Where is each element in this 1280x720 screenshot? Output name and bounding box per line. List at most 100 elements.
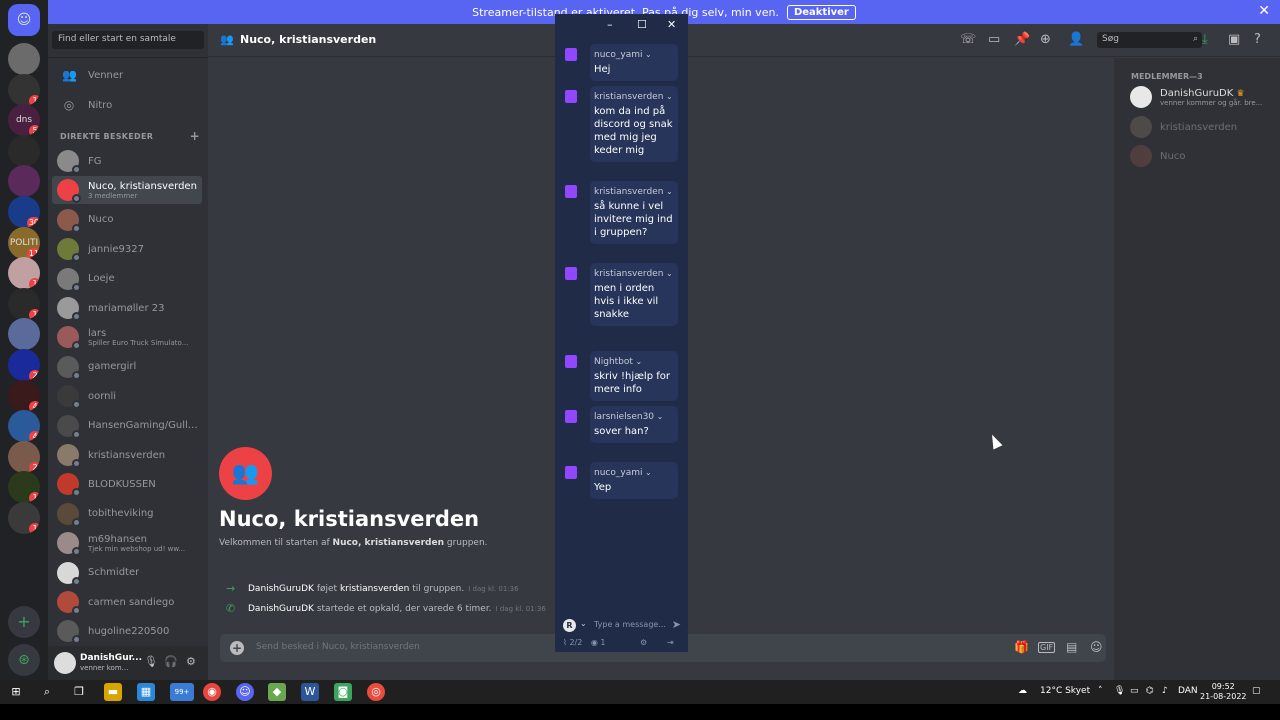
- chevron-down-icon[interactable]: ⌄: [663, 187, 673, 196]
- popout-icon[interactable]: ⇥: [667, 638, 674, 647]
- system-target[interactable]: kristiansverden: [340, 584, 409, 594]
- server-icon[interactable]: 1: [8, 471, 40, 504]
- dm-item[interactable]: kristiansverden: [52, 441, 202, 469]
- dm-item[interactable]: lars Spiller Euro Truck Simulato...: [52, 323, 202, 351]
- chat-username-row[interactable]: nuco_yami ⌄: [594, 466, 674, 480]
- store-icon[interactable]: ▦: [137, 683, 155, 701]
- maximize-icon[interactable]: ☐: [637, 18, 647, 31]
- dm-item[interactable]: Schmidter: [52, 559, 202, 587]
- server-icon[interactable]: [8, 43, 40, 75]
- add-server-button[interactable]: +: [8, 606, 40, 638]
- system-user[interactable]: DanishGuruDK: [248, 584, 314, 594]
- gift-icon[interactable]: 🎁: [1014, 640, 1029, 654]
- dm-item[interactable]: jannie9327: [52, 235, 202, 263]
- server-icon[interactable]: 4: [8, 379, 40, 412]
- chevron-down-icon[interactable]: ⌄: [580, 619, 587, 628]
- chevron-down-icon[interactable]: ⌄: [642, 468, 652, 477]
- member-item[interactable]: Nuco: [1130, 145, 1185, 167]
- search-icon[interactable]: ⌕: [38, 683, 56, 701]
- discord-icon[interactable]: ☺: [236, 683, 254, 701]
- server-icon[interactable]: [8, 318, 40, 351]
- nav-nitro[interactable]: ◎ Nitro: [62, 94, 112, 116]
- server-icon[interactable]: [8, 134, 40, 167]
- discord-home-button[interactable]: ☺: [8, 4, 40, 36]
- member-item[interactable]: kristiansverden: [1130, 116, 1237, 138]
- chrome-icon[interactable]: ◉: [203, 683, 221, 701]
- avatar[interactable]: [54, 652, 76, 674]
- minecraft-icon[interactable]: ◆: [268, 683, 286, 701]
- chevron-down-icon[interactable]: ⌄: [633, 357, 642, 366]
- chevron-down-icon[interactable]: ⌄: [654, 412, 664, 421]
- weather-text[interactable]: 12°C Skyet: [1040, 686, 1090, 696]
- help-icon[interactable]: ?: [1254, 32, 1261, 47]
- dm-item[interactable]: BLODKUSSEN: [52, 470, 202, 498]
- volume-icon[interactable]: ♪: [1162, 686, 1168, 696]
- emoji-icon[interactable]: ☺: [1090, 640, 1103, 654]
- inbox-icon[interactable]: ▣: [1228, 32, 1240, 47]
- server-icon[interactable]: dns 5: [8, 104, 40, 137]
- server-icon[interactable]: 2: [8, 349, 40, 381]
- clock[interactable]: 09:52 21-08-2022: [1200, 682, 1247, 702]
- chat-username-row[interactable]: Nightbot ⌄: [594, 355, 674, 369]
- server-icon[interactable]: 1: [8, 73, 40, 106]
- server-icon[interactable]: [8, 165, 40, 198]
- close-banner-icon[interactable]: ✕: [1258, 3, 1270, 19]
- minimize-icon[interactable]: –: [607, 18, 613, 31]
- gif-icon[interactable]: GIF: [1038, 642, 1056, 653]
- tray-chevron-icon[interactable]: ˄: [1098, 686, 1103, 696]
- headset-icon[interactable]: 🎧: [164, 655, 178, 668]
- nav-friends[interactable]: 👥 Venner: [62, 64, 123, 86]
- search-input[interactable]: Søg ⌕: [1097, 32, 1202, 48]
- call-icon[interactable]: ☏: [960, 32, 976, 47]
- dm-item[interactable]: hugoline220500: [52, 617, 202, 645]
- mic-tray-icon[interactable]: 🎙: [1114, 686, 1125, 696]
- file-explorer-icon[interactable]: ▬: [104, 683, 122, 701]
- settings-gear-icon[interactable]: ⚙: [640, 638, 647, 647]
- download-icon[interactable]: ⤓: [1202, 32, 1208, 47]
- server-icon[interactable]: 2: [8, 440, 40, 473]
- chat-username-row[interactable]: kristiansverden ⌄: [594, 267, 674, 281]
- dm-item[interactable]: Nuco, kristiansverden 3 medlemmer: [52, 176, 202, 205]
- chevron-down-icon[interactable]: ⌄: [642, 50, 652, 59]
- chat-username-row[interactable]: nuco_yami ⌄: [594, 48, 674, 62]
- dm-item[interactable]: Nuco: [52, 206, 202, 234]
- battery-icon[interactable]: ▭: [1130, 686, 1139, 696]
- chat-username-row[interactable]: kristiansverden ⌄: [594, 90, 674, 104]
- server-icon[interactable]: 1: [8, 502, 40, 534]
- dm-item[interactable]: tobitheviking: [52, 500, 202, 528]
- explore-servers-button[interactable]: ⊛: [8, 644, 40, 676]
- language-indicator[interactable]: DAN: [1178, 686, 1198, 696]
- chat-username-row[interactable]: larsnielsen30 ⌄: [594, 410, 674, 424]
- add-dm-icon[interactable]: +: [190, 129, 200, 143]
- server-icon[interactable]: 30: [8, 196, 40, 228]
- dm-item[interactable]: Loeje: [52, 265, 202, 293]
- game-icon[interactable]: ◙: [334, 683, 352, 701]
- server-icon[interactable]: 4: [8, 410, 40, 443]
- dm-item[interactable]: m69hansen Tjek min webshop ud! ww...: [52, 529, 202, 557]
- dm-item[interactable]: HansenGaming/Gulle...: [52, 412, 202, 440]
- server-icon[interactable]: POLITI 11: [8, 226, 40, 259]
- word-icon[interactable]: W: [301, 683, 319, 701]
- chat-input[interactable]: R ⌄ Type a message... ➤: [561, 617, 683, 633]
- mail-icon[interactable]: 99+: [170, 683, 194, 701]
- windows-start-icon[interactable]: ⊞: [7, 683, 25, 701]
- add-friends-icon[interactable]: ⊕: [1040, 32, 1051, 47]
- dm-item[interactable]: mariamøller 23: [52, 294, 202, 322]
- obs-icon[interactable]: ◎: [367, 683, 385, 701]
- find-conversation-input[interactable]: Find eller start en samtale: [52, 31, 204, 49]
- network-icon[interactable]: ⌬: [1146, 686, 1154, 696]
- dm-item[interactable]: FG: [52, 147, 202, 175]
- dm-item[interactable]: gamergirl: [52, 353, 202, 381]
- member-item[interactable]: DanishGuruDK ♛ venner kommer og går. bre…: [1130, 86, 1262, 108]
- mic-icon[interactable]: 🎙: [144, 655, 158, 668]
- sticker-icon[interactable]: ▤: [1066, 640, 1077, 654]
- chat-username-row[interactable]: kristiansverden ⌄: [594, 185, 674, 199]
- chevron-down-icon[interactable]: ⌄: [663, 92, 673, 101]
- settings-gear-icon[interactable]: ⚙: [186, 655, 196, 668]
- task-view-icon[interactable]: ❐: [70, 683, 88, 701]
- deactivate-button[interactable]: Deaktiver: [786, 4, 856, 20]
- twitch-chat-overlay[interactable]: – ☐ ✕ nuco_yami ⌄ Hej kristiansverden ⌄ kom…: [555, 14, 688, 652]
- pin-icon[interactable]: 📌: [1014, 32, 1030, 47]
- add-attachment-icon[interactable]: +: [230, 641, 244, 655]
- send-icon[interactable]: ➤: [672, 618, 681, 631]
